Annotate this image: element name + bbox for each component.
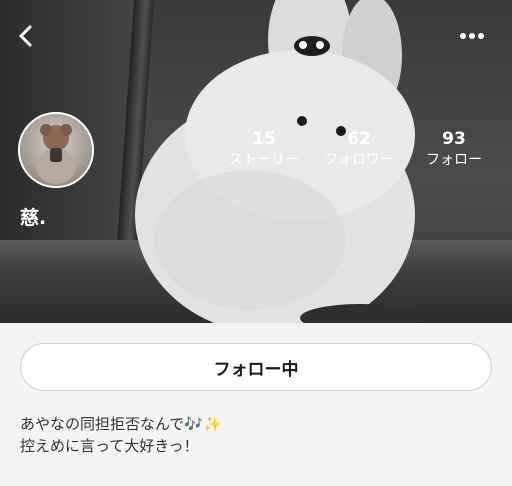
avatar-photo (36, 124, 76, 184)
bio-line-2: 控えめに言って大好きっ！ (20, 437, 199, 455)
username: 慈. (20, 207, 47, 229)
following-button[interactable]: フォロー中 (20, 343, 492, 391)
bio-line-1-text: あやなの同担拒否なんで (20, 415, 185, 433)
bio: あやなの同担拒否なんで🎶✨ 控えめに言って大好きっ！ (20, 413, 490, 457)
stat-followers[interactable]: 62 フォロワー (314, 128, 404, 170)
stat-following[interactable]: 93 フォロー (409, 128, 499, 170)
music-sparkle-emoji: 🎶✨ (184, 415, 222, 433)
bunny-shade (155, 170, 345, 310)
bunny-patch-eye-left (299, 41, 307, 49)
stat-followers-label: フォロワー (324, 152, 394, 168)
bunny-eye-left (297, 116, 307, 126)
bunny-patch-eye-right (316, 41, 324, 49)
bio-line-1: あやなの同担拒否なんで🎶✨ (20, 413, 490, 435)
back-button[interactable] (4, 14, 48, 58)
stat-stories[interactable]: 15 ストーリー (219, 128, 309, 170)
stat-stories-count: 15 (252, 129, 276, 149)
stat-following-count: 93 (442, 129, 466, 149)
stat-stories-label: ストーリー (229, 152, 299, 168)
more-dots-icon (460, 33, 484, 39)
more-button[interactable] (450, 14, 494, 58)
stat-followers-count: 62 (347, 129, 371, 149)
chevron-left-icon (19, 25, 32, 47)
stat-following-label: フォロー (426, 152, 482, 168)
avatar[interactable] (18, 112, 94, 188)
